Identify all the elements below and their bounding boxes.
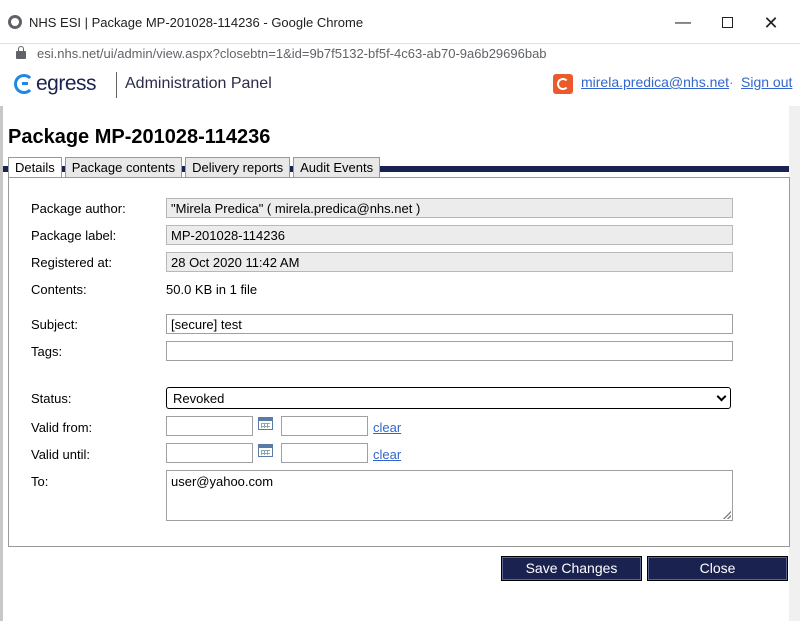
close-window-button[interactable]: ✕ <box>755 8 787 38</box>
close-button[interactable]: Close <box>647 556 788 581</box>
status-label: Status: <box>31 391 72 406</box>
tags-label: Tags: <box>31 344 63 359</box>
package-label-field: MP-201028-114236 <box>166 225 733 245</box>
tags-input[interactable] <box>166 341 733 361</box>
registered-field: 28 Oct 2020 11:42 AM <box>166 252 733 272</box>
globe-icon <box>8 15 22 29</box>
user-email-link[interactable]: mirela.predica@nhs.net <box>581 74 729 90</box>
registered-label: Registered at: <box>31 255 112 270</box>
calendar-icon[interactable] <box>258 444 273 457</box>
valid-until-clear-link[interactable]: clear <box>373 447 401 462</box>
to-textarea[interactable]: user@yahoo.com <box>166 470 733 521</box>
header-divider <box>116 72 117 98</box>
author-label: Package author: <box>31 201 126 216</box>
status-selected-value: Revoked <box>173 391 225 406</box>
valid-from-label: Valid from: <box>31 420 93 435</box>
subject-label: Subject: <box>31 317 78 332</box>
tab-delivery-reports[interactable]: Delivery reports <box>185 157 291 178</box>
author-field: "Mirela Predica" ( mirela.predica@nhs.ne… <box>166 198 733 218</box>
valid-from-date-input[interactable] <box>166 416 253 436</box>
app-header: egress Administration Panel mirela.predi… <box>0 66 800 172</box>
right-edge <box>789 106 800 621</box>
tab-audit-events[interactable]: Audit Events <box>293 157 381 178</box>
window-titlebar: NHS ESI | Package MP-201028-114236 - Goo… <box>0 0 800 44</box>
to-value: user@yahoo.com <box>171 474 274 489</box>
valid-from-time-input[interactable] <box>281 416 368 436</box>
subject-input[interactable]: [secure] test <box>166 314 733 334</box>
minimize-button[interactable]: — <box>667 8 699 38</box>
url-text[interactable]: esi.nhs.net/ui/admin/view.aspx?closebtn=… <box>37 46 547 61</box>
status-select[interactable]: Revoked <box>166 387 731 409</box>
address-bar[interactable]: esi.nhs.net/ui/admin/view.aspx?closebtn=… <box>0 44 800 66</box>
panel-title: Administration Panel <box>125 75 272 92</box>
chevron-down-icon <box>716 391 727 402</box>
egress-logo-icon <box>14 74 34 94</box>
resize-grip-icon[interactable] <box>723 511 731 519</box>
window-title: NHS ESI | Package MP-201028-114236 - Goo… <box>29 15 364 30</box>
header-separator: · <box>729 74 734 90</box>
valid-until-time-input[interactable] <box>281 443 368 463</box>
valid-until-label: Valid until: <box>31 447 91 462</box>
tab-details[interactable]: Details <box>8 157 62 179</box>
details-panel: Package author: "Mirela Predica" ( mirel… <box>8 177 790 547</box>
valid-from-clear-link[interactable]: clear <box>373 420 401 435</box>
contents-label: Contents: <box>31 282 87 297</box>
maximize-icon <box>721 17 733 29</box>
valid-until-date-input[interactable] <box>166 443 253 463</box>
calendar-icon[interactable] <box>258 417 273 430</box>
contents-value: 50.0 KB in 1 file <box>166 282 258 297</box>
save-changes-button[interactable]: Save Changes <box>501 556 642 581</box>
to-label: To: <box>31 474 49 489</box>
egress-logo: egress <box>14 71 97 97</box>
left-edge <box>0 106 3 621</box>
user-badge-icon <box>553 74 573 94</box>
logo-text: egress <box>36 72 97 95</box>
package-label-label: Package label: <box>31 228 117 243</box>
tab-bar: Details Package contents Delivery report… <box>8 157 383 179</box>
sign-out-link[interactable]: Sign out <box>741 74 792 90</box>
page-title: Package MP-201028-114236 <box>8 126 271 148</box>
maximize-button[interactable] <box>711 8 743 38</box>
tab-package-contents[interactable]: Package contents <box>64 157 183 178</box>
lock-icon <box>16 46 26 59</box>
